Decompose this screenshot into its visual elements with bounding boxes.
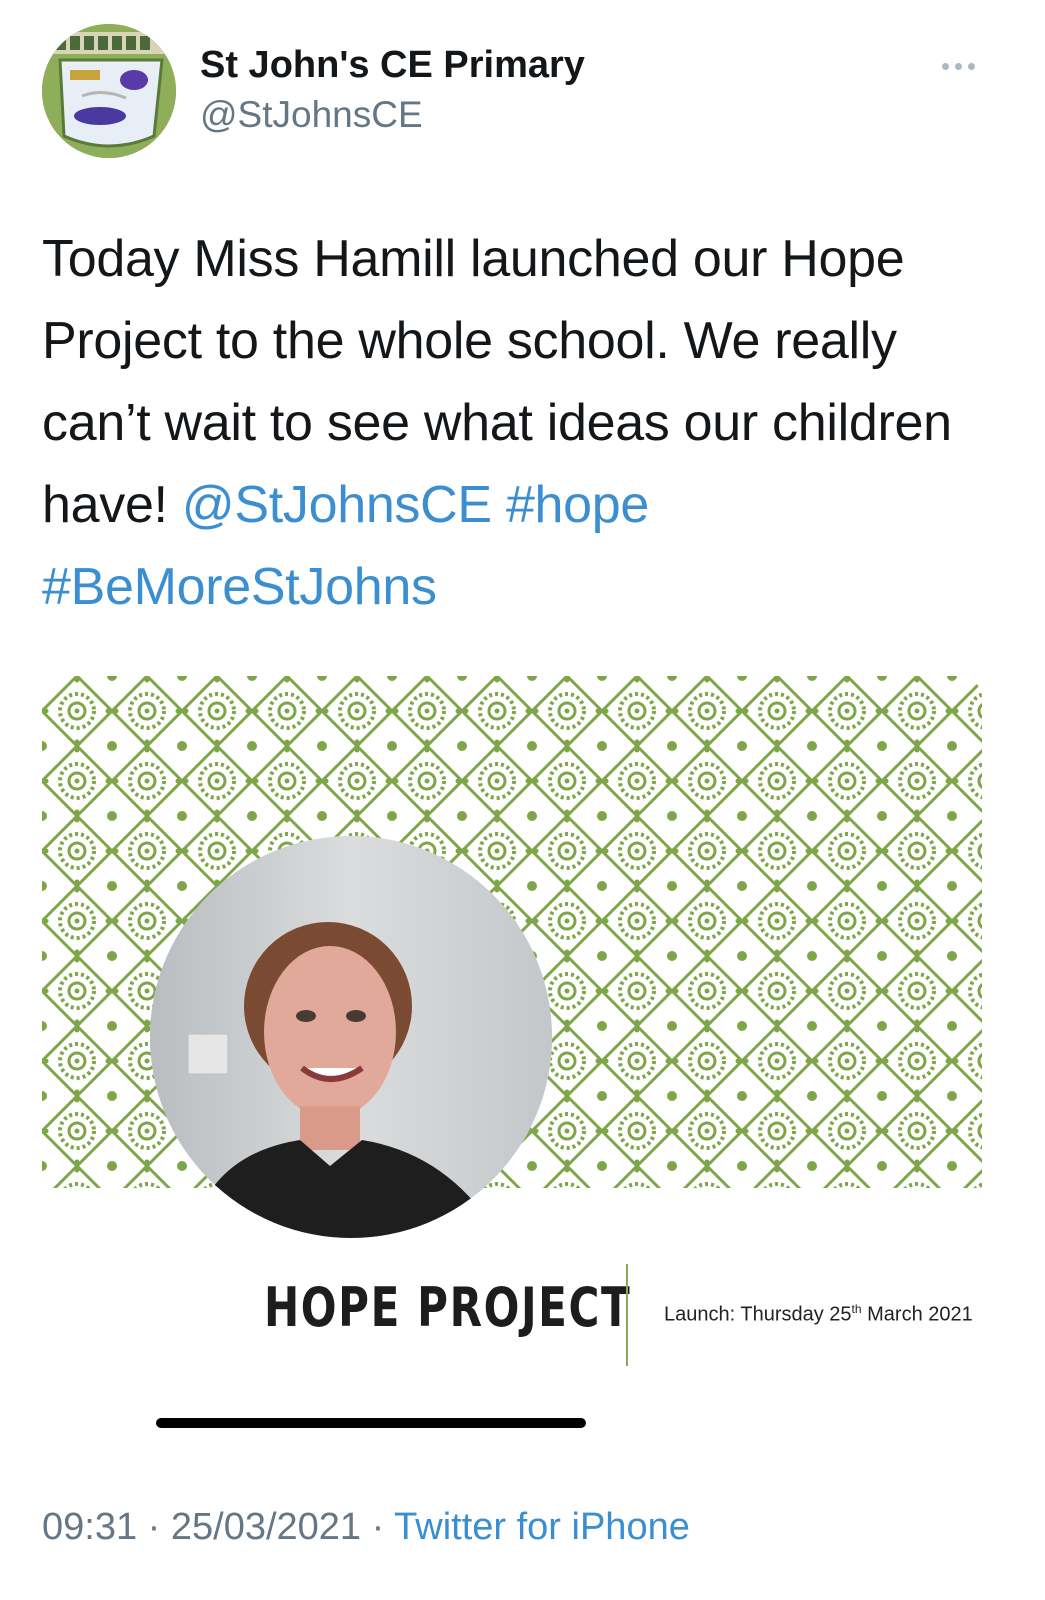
launch-date: Launch: Thursday 25th March 2021 [664,1302,973,1326]
tweet-text: Today Miss Hamill launched our Hope Proj… [42,218,1002,628]
tweet-time: 09:31 [42,1506,138,1548]
tweet: St John's CE Primary @StJohnsCE Today Mi… [0,0,1045,1600]
author-name[interactable]: St John's CE Primary [200,44,585,87]
video-progress-bar[interactable] [156,1418,586,1428]
presenter-photo [150,836,552,1238]
tweet-date: 25/03/2021 [170,1506,362,1548]
tweet-source-link[interactable]: Twitter for iPhone [394,1506,690,1548]
slide-title: HOPE PROJECT [264,1276,632,1339]
author-handle[interactable]: @StJohnsCE [200,94,423,136]
hashtag-link[interactable]: #BeMoreStJohns [42,558,437,616]
more-options-icon[interactable] [936,48,980,84]
hashtag-link[interactable]: #hope [506,476,649,534]
mention-link[interactable]: @StJohnsCE [182,476,492,534]
media-video[interactable]: HOPE PROJECT Launch: Thursday 25th March… [42,676,982,1386]
tweet-meta: 09:31 · 25/03/2021 · Twitter for iPhone [42,1506,690,1548]
school-logo-avatar[interactable] [42,24,176,158]
slide-divider [626,1264,628,1366]
tweet-text-body: Today Miss Hamill launched our Hope Proj… [42,230,952,534]
